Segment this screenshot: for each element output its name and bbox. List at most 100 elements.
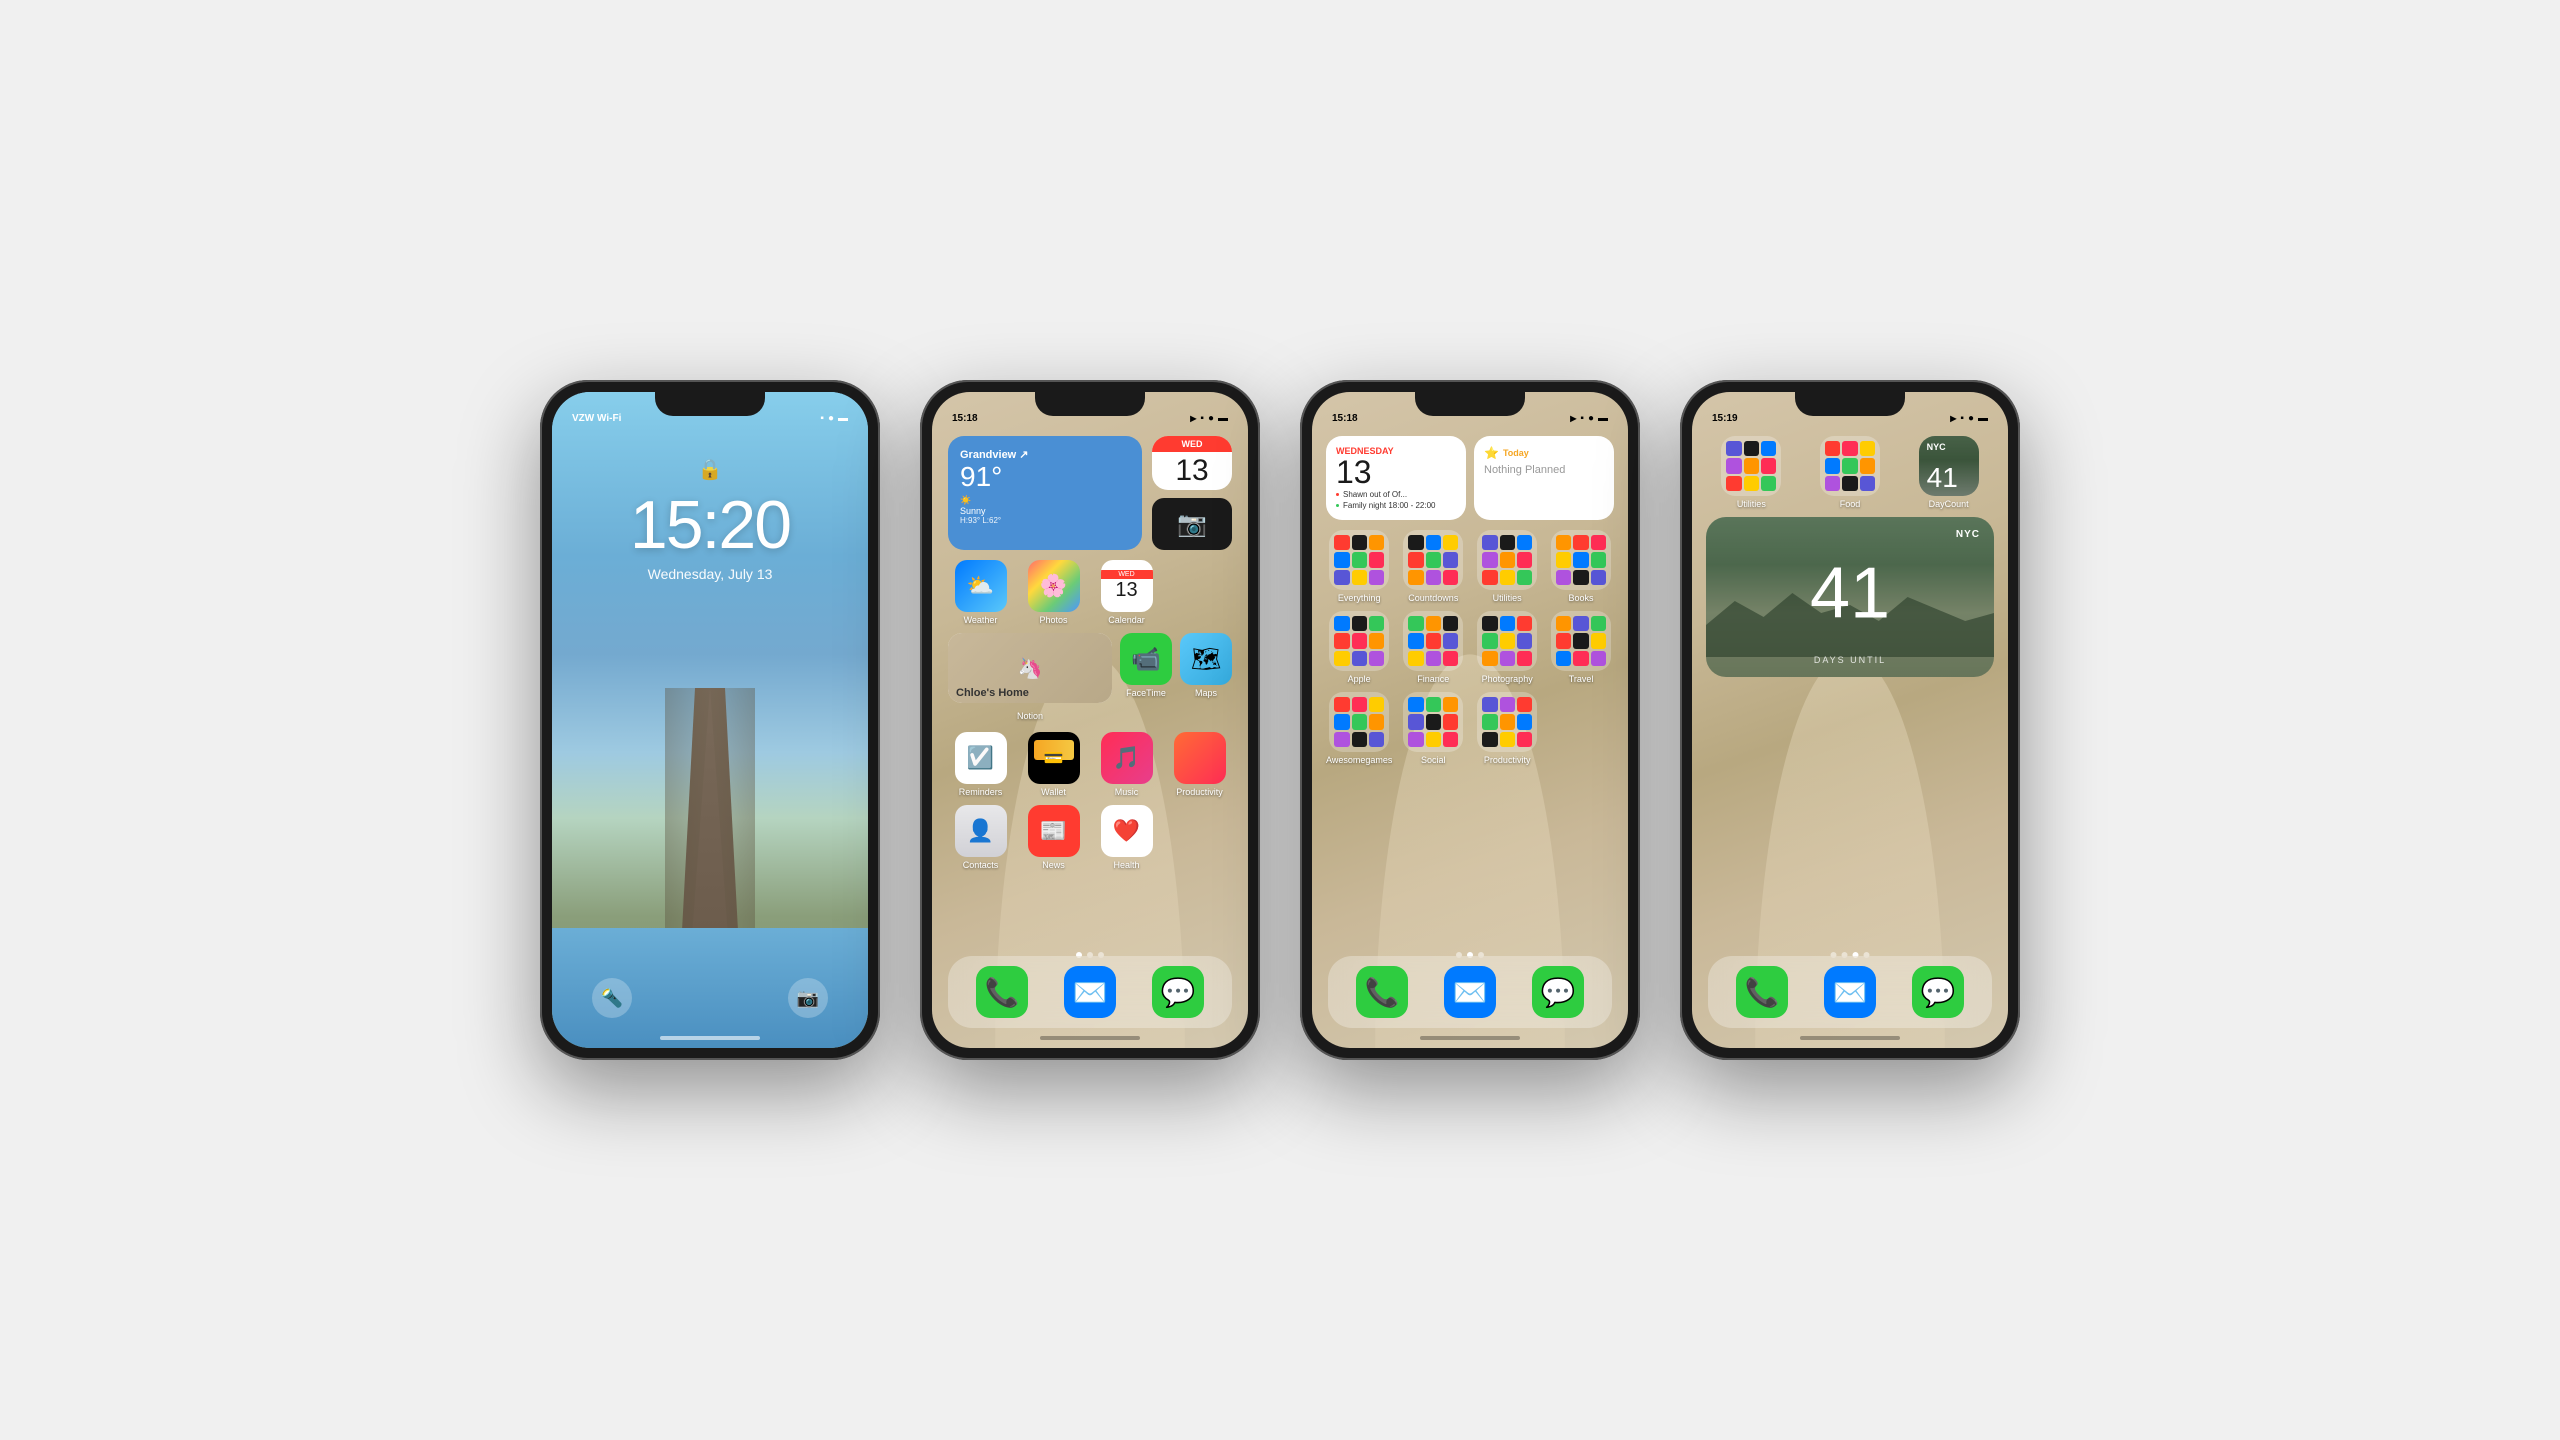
mini-app [1443,570,1458,585]
mini-app [1352,732,1367,747]
home-indicator[interactable] [1800,1036,1900,1040]
mini-app [1591,616,1606,631]
mini-app [1426,535,1441,550]
folder-travel[interactable]: Travel [1548,611,1614,684]
dock-phone[interactable]: 📞 [976,966,1028,1018]
notion-widget-container[interactable]: 🦄 Chloe's Home Notion [948,633,1112,724]
app-utilities-folder[interactable]: Utilities [1706,436,1797,509]
mini-app [1334,633,1349,648]
mini-app [1369,732,1384,747]
right-widgets: WED 13 📷 [1152,436,1232,550]
mini-app [1482,552,1497,567]
calendar-widget[interactable]: WEDNESDAY 13 Shawn out of Of... Family n… [1326,436,1466,520]
mini-app [1517,616,1532,631]
camera-app-icon[interactable]: 📷 [1152,498,1232,550]
music-app-icon: 🎵 [1101,732,1153,784]
folder-travel-label: Travel [1569,674,1594,684]
folder-books[interactable]: Books [1548,530,1614,603]
dock-messages[interactable]: 💬 [1912,966,1964,1018]
flashlight-button[interactable]: 🔦 [592,978,632,1018]
app-calendar[interactable]: WED 13 Calendar [1094,560,1159,625]
things-widget[interactable]: ⭐ Today Nothing Planned [1474,436,1614,520]
phone-4-widget: 15:19 ▶ ▪ ● ▬ [1680,380,2020,1060]
mini-app [1352,570,1367,585]
app-photos[interactable]: 🌸 Photos [1021,560,1086,625]
top-row: Utilities Food [1706,436,1994,509]
app-maps[interactable]: 🗺 Maps [1180,633,1232,724]
mini-app [1744,476,1759,491]
battery-icon: ▬ [1218,413,1228,424]
weather-label: Weather [964,615,998,625]
cal-day-num: 13 [1336,456,1456,488]
weather-range: H:93° L:62° [960,516,1130,525]
notion-unicorn: 🦄 [1018,656,1043,681]
mini-app [1517,570,1532,585]
mini-app [1517,714,1532,729]
dock-messages[interactable]: 💬 [1532,966,1584,1018]
app-health[interactable]: ❤️ Health [1094,805,1159,870]
folder-photography-icon [1477,611,1537,671]
status-icons: ▪ ● ▬ [820,413,848,424]
folder-utilities[interactable]: Utilities [1474,530,1540,603]
event-dot-1 [1336,493,1339,496]
app-wallet[interactable]: 💳 Wallet [1021,732,1086,797]
dock-mail[interactable]: ✉️ [1064,966,1116,1018]
event-text-2: Family night 18:00 - 22:00 [1343,501,1436,510]
home-indicator[interactable] [1040,1036,1140,1040]
folder-photography-label: Photography [1482,674,1533,684]
status-icons: ▶ ▪ ● ▬ [1570,413,1608,424]
home-indicator[interactable] [660,1036,760,1040]
folder-photography[interactable]: Photography [1474,611,1540,684]
mini-app [1408,697,1423,712]
mini-app [1369,633,1384,648]
folder-apple-label: Apple [1348,674,1371,684]
dock-phone[interactable]: 📞 [1356,966,1408,1018]
folder-social[interactable]: Social [1400,692,1466,765]
folder-everything[interactable]: Everything [1326,530,1392,603]
daycount-widget-container[interactable]: NYC 41 DayCount [1903,436,1994,509]
app-news[interactable]: 📰 News [1021,805,1086,870]
folder-awesomegames[interactable]: Awesomegames [1326,692,1392,765]
dock-mail[interactable]: ✉️ [1444,966,1496,1018]
mini-app [1573,535,1588,550]
status-icons: ▶ ▪ ● ▬ [1190,413,1228,424]
app-facetime[interactable]: 📹 FaceTime [1120,633,1172,724]
app-contacts[interactable]: 👤 Contacts [948,805,1013,870]
folder-apple[interactable]: Apple [1326,611,1392,684]
camera-button[interactable]: 📷 [788,978,828,1018]
app-weather[interactable]: ⛅ Weather [948,560,1013,625]
days-until-label: DAYS UNTIL [1814,655,1886,665]
mini-app [1482,616,1497,631]
mini-app [1500,570,1515,585]
app-food-folder[interactable]: Food [1805,436,1896,509]
things-nothing-label: Nothing Planned [1484,464,1604,476]
app-dock: 📞 ✉️ 💬 [948,956,1232,1028]
app-reminders[interactable]: ☑️ Reminders [948,732,1013,797]
dock-mail[interactable]: ✉️ [1824,966,1876,1018]
large-daycount-widget[interactable]: NYC 41 DAYS UNTIL [1706,517,1994,677]
mini-app [1726,476,1741,491]
app-productivity[interactable]: Productivity [1167,732,1232,797]
folder-countdowns-icon [1403,530,1463,590]
photos-label: Photos [1039,615,1067,625]
folder-finance[interactable]: Finance [1400,611,1466,684]
dock-messages[interactable]: 💬 [1152,966,1204,1018]
folder-productivity[interactable]: Productivity [1474,692,1540,765]
mini-app [1426,714,1441,729]
mini-app [1517,651,1532,666]
app-music[interactable]: 🎵 Music [1094,732,1159,797]
mini-app [1443,714,1458,729]
reminders-emoji: ☑️ [967,745,994,771]
dock-phone[interactable]: 📞 [1736,966,1788,1018]
wallet-label: Wallet [1041,787,1066,797]
calendar-widget[interactable]: WED 13 [1152,436,1232,490]
notion-row: 🦄 Chloe's Home Notion 📹 FaceTime 🗺 Maps [948,633,1232,724]
contacts-app-icon: 👤 [955,805,1007,857]
lock-time: 15:20 [630,486,790,564]
home-indicator[interactable] [1420,1036,1520,1040]
mini-app [1591,552,1606,567]
weather-widget[interactable]: Grandview ↗ 91° ☀️ Sunny H:93° L:62° [948,436,1142,550]
time-label: 15:18 [1332,413,1358,424]
folder-countdowns[interactable]: Countdowns [1400,530,1466,603]
mini-app [1726,441,1741,456]
